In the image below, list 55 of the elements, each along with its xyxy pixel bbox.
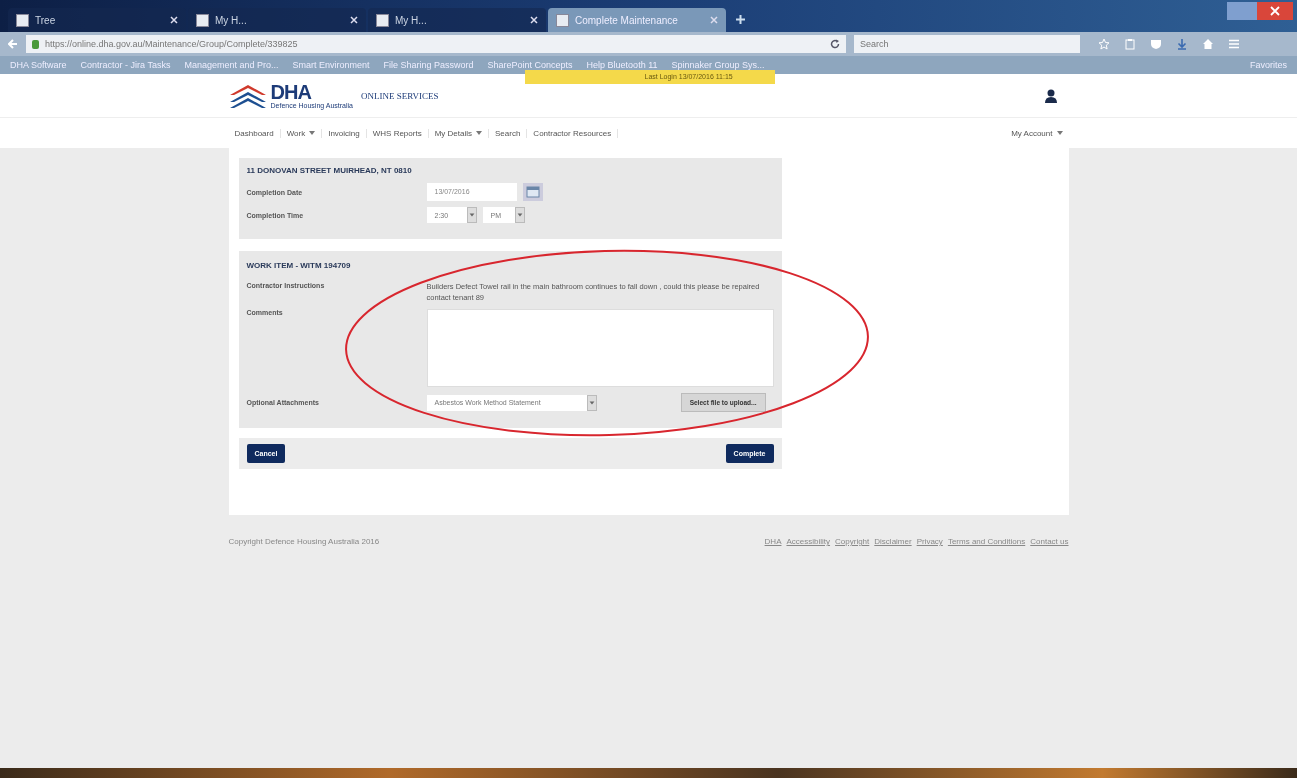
menu-icon[interactable] <box>1228 38 1240 50</box>
nav-link[interactable]: Dashboard <box>228 128 281 138</box>
bookmark-link[interactable]: DHA Software <box>10 60 67 70</box>
bookmark-link[interactable]: Spinnaker Group Sys... <box>671 60 765 70</box>
nav-link[interactable]: Search <box>489 128 528 138</box>
page-icon <box>376 13 389 27</box>
footer-link[interactable]: DHA <box>764 537 782 546</box>
bookmark-link[interactable]: File Sharing Password <box>383 60 474 70</box>
browser-tab[interactable]: Complete Maintenance <box>548 8 726 32</box>
clipboard-icon[interactable] <box>1124 38 1136 50</box>
nav-link[interactable]: Invoicing <box>322 128 367 138</box>
lock-icon <box>32 39 39 49</box>
shield-icon[interactable] <box>1150 38 1162 50</box>
footer-link[interactable]: Copyright <box>835 537 870 546</box>
copyright-text: Copyright Defence Housing Australia 2016 <box>228 537 380 546</box>
nav-link[interactable]: WHS Reports <box>366 128 429 138</box>
section-title: WORK ITEM - WITM 194709 <box>246 261 352 270</box>
close-icon[interactable] <box>170 16 178 24</box>
bookmark-link[interactable]: Management and Pro... <box>184 60 279 70</box>
logo-text: DHA <box>270 82 313 102</box>
nav-link[interactable]: My Details <box>428 128 489 138</box>
address-bar[interactable]: https://online.dha.gov.au/Maintenance/Group/Complete/339825 <box>26 35 846 53</box>
caret-icon <box>1056 131 1063 136</box>
star-icon[interactable] <box>1098 38 1110 50</box>
nav-link[interactable]: Contractor Resources <box>527 128 619 138</box>
back-icon[interactable] <box>8 39 18 49</box>
page-icon <box>196 13 209 27</box>
roof-logo-icon <box>228 82 267 109</box>
close-icon[interactable] <box>350 16 358 24</box>
footer-link[interactable]: Terms and Conditions <box>947 537 1026 546</box>
plus-icon[interactable] <box>736 15 745 24</box>
reload-icon[interactable] <box>830 39 840 49</box>
page-icon <box>556 13 569 27</box>
bookmark-link[interactable]: Favorites <box>1250 60 1287 70</box>
calendar-icon[interactable] <box>522 183 543 201</box>
user-icon[interactable] <box>1044 88 1057 103</box>
footer-link[interactable]: Accessibility <box>786 537 831 546</box>
browser-tab[interactable]: My H... <box>368 8 546 32</box>
bookmark-link[interactable]: Contractor - Jira Tasks <box>80 60 171 70</box>
close-icon[interactable] <box>530 16 538 24</box>
bookmark-link[interactable]: Help Bluetooth 11 <box>586 60 658 70</box>
nav-link[interactable]: Work <box>280 128 323 138</box>
comments-field[interactable] <box>426 309 774 387</box>
search-field[interactable]: Search <box>854 35 1080 53</box>
footer-link[interactable]: Disclaimer <box>874 537 912 546</box>
account-menu[interactable]: My Account <box>1005 128 1069 138</box>
footer-link[interactable]: Privacy <box>916 537 943 546</box>
home-icon[interactable] <box>1202 38 1214 50</box>
service-title: ONLINE SERVICES <box>361 90 439 101</box>
section-title: 11 DONOVAN STREET MUIRHEAD, NT 0810 <box>246 166 413 175</box>
page-icon <box>16 13 29 27</box>
bookmark-link[interactable]: SharePoint Concepts <box>487 60 573 70</box>
footer-link[interactable]: Contact us <box>1030 537 1069 546</box>
download-icon[interactable] <box>1176 38 1188 50</box>
bookmark-link[interactable]: Smart Environment <box>292 60 370 70</box>
